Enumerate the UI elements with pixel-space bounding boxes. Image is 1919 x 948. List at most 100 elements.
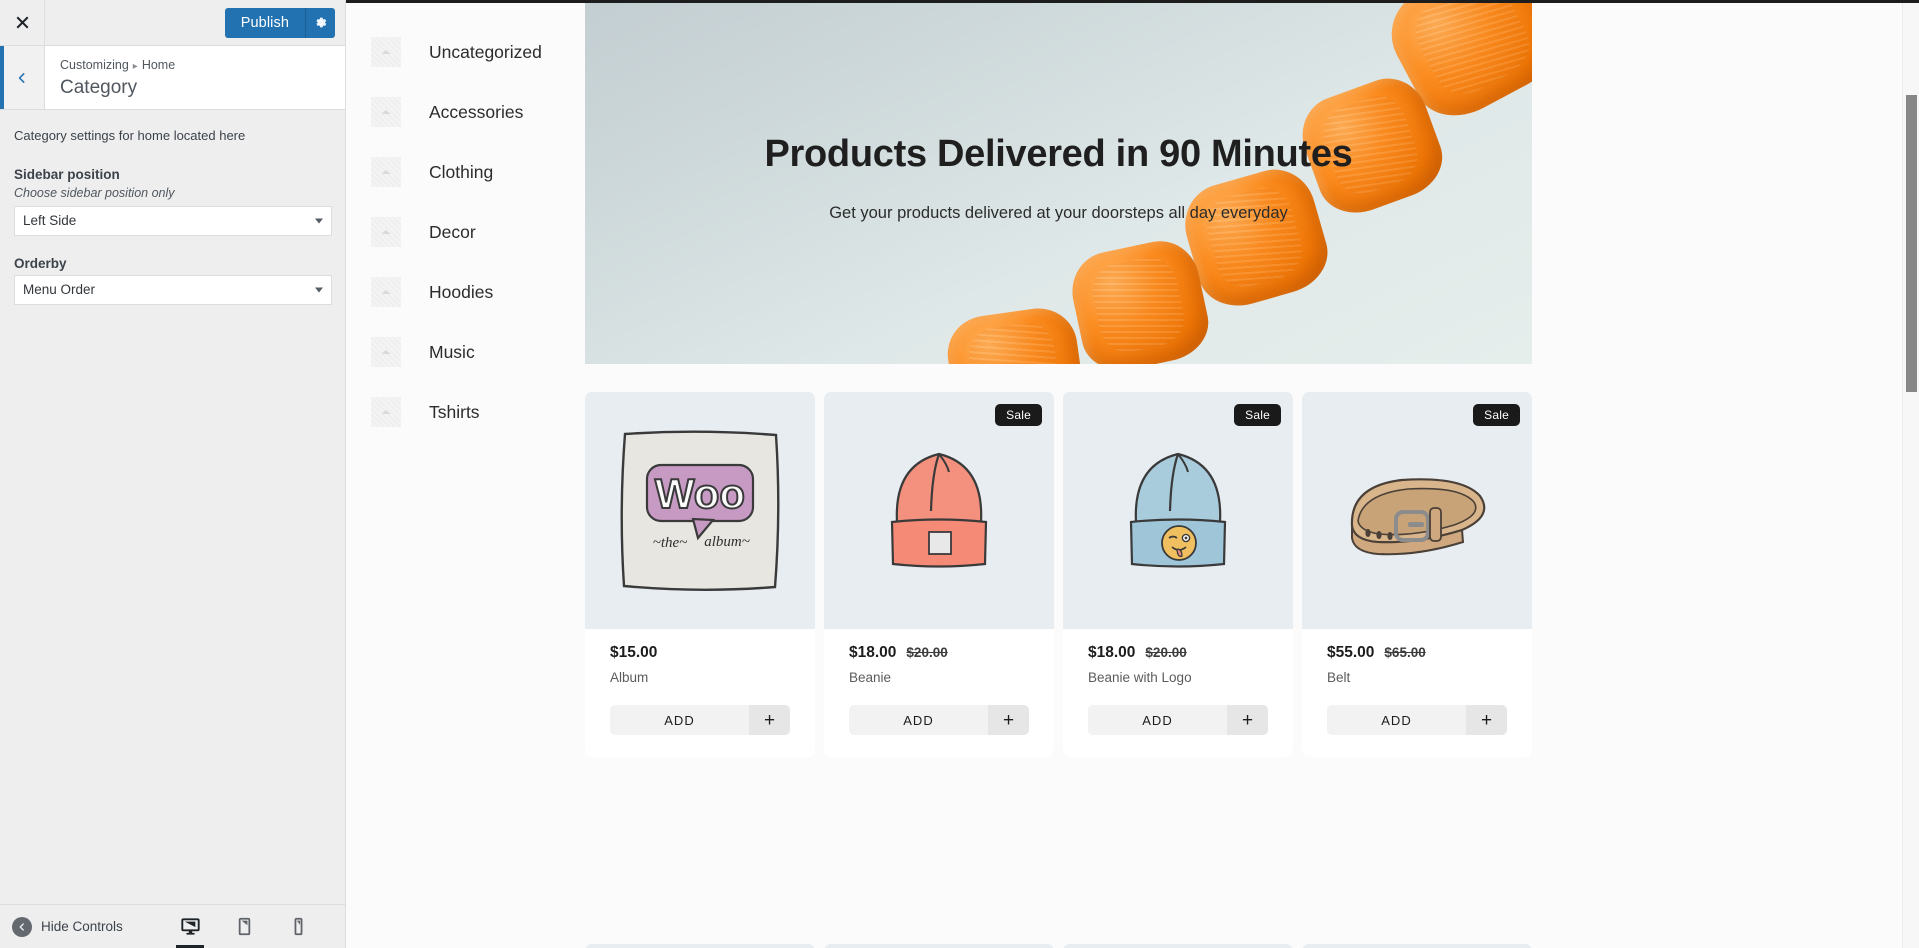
product-info: $18.00 $20.00 Beanie ADD + bbox=[824, 629, 1054, 757]
plus-icon[interactable]: + bbox=[749, 705, 790, 735]
category-name: Decor bbox=[429, 221, 476, 242]
add-to-cart-button[interactable]: ADD bbox=[610, 705, 749, 735]
category-thumbnail-icon bbox=[371, 157, 401, 187]
category-thumbnail-icon bbox=[371, 277, 401, 307]
svg-text:album~: album~ bbox=[704, 534, 750, 550]
sidebar-position-select[interactable]: Left Side bbox=[14, 205, 332, 236]
product-price-original: $65.00 bbox=[1384, 645, 1426, 660]
category-name: Hoodies bbox=[429, 281, 494, 302]
plus-icon[interactable]: + bbox=[1466, 705, 1507, 735]
breadcrumb: Customizing ▸ Home bbox=[60, 56, 175, 75]
control-sidebar-position: Sidebar position Choose sidebar position… bbox=[14, 166, 332, 236]
product-info: $18.00 $20.00 Beanie with Logo ADD + bbox=[1063, 629, 1293, 757]
section-description: Category settings for home located here bbox=[14, 128, 246, 143]
product-card[interactable] bbox=[1063, 944, 1293, 948]
add-to-cart-group[interactable]: ADD + bbox=[849, 705, 1029, 735]
customizer-titles: Customizing ▸ Home Category bbox=[45, 46, 175, 109]
product-card[interactable]: Sale bbox=[1302, 392, 1532, 757]
breadcrumb-prefix: Customizing bbox=[60, 58, 129, 72]
category-name: Accessories bbox=[429, 101, 524, 122]
product-card[interactable]: Sale bbox=[824, 944, 1054, 948]
plus-icon[interactable]: + bbox=[1227, 705, 1268, 735]
status-badge: Sale bbox=[995, 404, 1042, 426]
category-thumbnail-icon bbox=[371, 217, 401, 247]
product-grid-next-row: Sale Sale bbox=[585, 944, 1532, 948]
customizer-screen: Publish Customizing ▸ Home Category Cate… bbox=[0, 0, 1919, 948]
desktop-preview-icon[interactable] bbox=[173, 905, 207, 948]
price-row: $55.00 $65.00 bbox=[1327, 644, 1507, 662]
orderby-select[interactable]: Menu Order bbox=[14, 274, 332, 305]
plus-icon[interactable]: + bbox=[988, 705, 1029, 735]
customizer-footer: Hide Controls bbox=[0, 904, 345, 948]
product-image: Sale bbox=[1302, 392, 1532, 629]
viewport-top-edge bbox=[346, 0, 1919, 3]
control-label: Sidebar position bbox=[14, 166, 120, 182]
add-to-cart-group[interactable]: ADD + bbox=[1088, 705, 1268, 735]
product-card[interactable]: Sale bbox=[585, 944, 815, 948]
product-name: Beanie with Logo bbox=[1088, 670, 1192, 685]
hero-title: Products Delivered in 90 Minutes bbox=[764, 133, 1353, 175]
customizer-topbar: Publish bbox=[0, 0, 345, 46]
gear-icon[interactable] bbox=[305, 7, 335, 38]
orderby-select-wrap: Menu Order bbox=[14, 274, 332, 305]
add-to-cart-button[interactable]: ADD bbox=[1327, 705, 1466, 735]
svg-text:Woo: Woo bbox=[655, 470, 745, 517]
page-title: Category bbox=[60, 76, 138, 98]
tablet-preview-icon[interactable] bbox=[227, 905, 261, 948]
category-name: Music bbox=[429, 341, 475, 362]
collapse-arrow-icon bbox=[12, 916, 32, 937]
product-grid: Woo ~the~ album~ $15.00 Album ADD + Sale… bbox=[585, 392, 1532, 757]
sidebar-position-select-wrap: Left Side bbox=[14, 205, 332, 236]
product-price: $55.00 bbox=[1327, 644, 1375, 661]
mobile-preview-icon[interactable] bbox=[281, 905, 315, 948]
category-name: Clothing bbox=[429, 161, 494, 182]
product-price: $15.00 bbox=[610, 644, 658, 661]
carrot-decoration bbox=[942, 303, 1088, 364]
publish-group: Publish bbox=[224, 0, 345, 45]
publish-button[interactable]: Publish bbox=[224, 7, 305, 38]
price-row: $18.00 $20.00 bbox=[849, 644, 1029, 662]
customizer-sidebar: Publish Customizing ▸ Home Category Cate… bbox=[0, 0, 346, 948]
status-badge: Sale bbox=[1473, 404, 1520, 426]
price-row: $18.00 $20.00 bbox=[1088, 644, 1268, 662]
product-info: $55.00 $65.00 Belt ADD + bbox=[1302, 629, 1532, 757]
product-image: Woo ~the~ album~ bbox=[585, 392, 815, 629]
customizer-header: Customizing ▸ Home Category bbox=[0, 46, 345, 110]
preview-scrollbar[interactable] bbox=[1902, 0, 1919, 948]
hero-subtitle: Get your products delivered at your door… bbox=[829, 203, 1288, 222]
product-card[interactable]: Woo ~the~ album~ $15.00 Album ADD + bbox=[585, 392, 815, 757]
product-name: Album bbox=[610, 670, 649, 685]
add-to-cart-button[interactable]: ADD bbox=[1088, 705, 1227, 735]
control-hint: Choose sidebar position only bbox=[14, 185, 175, 200]
hide-controls-button[interactable]: Hide Controls bbox=[0, 916, 173, 937]
add-to-cart-button[interactable]: ADD bbox=[849, 705, 988, 735]
control-label: Orderby bbox=[14, 255, 67, 271]
category-thumbnail-icon bbox=[371, 337, 401, 367]
product-price: $18.00 bbox=[1088, 644, 1136, 661]
category-name: Uncategorized bbox=[429, 41, 542, 62]
product-card[interactable]: Sale bbox=[1063, 392, 1293, 757]
product-image: Sale bbox=[1063, 392, 1293, 629]
add-to-cart-group[interactable]: ADD + bbox=[1327, 705, 1507, 735]
svg-text:~the~: ~the~ bbox=[653, 535, 688, 551]
category-thumbnail-icon bbox=[371, 97, 401, 127]
product-info: $15.00 Album ADD + bbox=[585, 629, 815, 757]
back-button[interactable] bbox=[0, 46, 45, 109]
price-row: $15.00 bbox=[610, 644, 790, 662]
product-card[interactable]: Sale $18.00 $20.00 Beanie ADD + bbox=[824, 392, 1054, 757]
product-name: Belt bbox=[1327, 670, 1351, 685]
breadcrumb-separator-icon: ▸ bbox=[132, 61, 138, 72]
device-preview-group bbox=[173, 905, 345, 948]
scrollbar-thumb[interactable] bbox=[1906, 95, 1917, 392]
close-icon[interactable] bbox=[0, 0, 45, 45]
product-card[interactable] bbox=[1302, 944, 1532, 948]
breadcrumb-current: Home bbox=[141, 58, 176, 72]
product-image: Sale bbox=[824, 392, 1054, 629]
site-preview: Uncategorized Accessories Clothing Decor… bbox=[346, 0, 1919, 948]
product-name: Beanie bbox=[849, 670, 892, 685]
add-to-cart-group[interactable]: ADD + bbox=[610, 705, 790, 735]
category-thumbnail-icon bbox=[371, 37, 401, 67]
status-badge: Sale bbox=[1234, 404, 1281, 426]
customizer-controls: Category settings for home located here … bbox=[0, 110, 345, 305]
